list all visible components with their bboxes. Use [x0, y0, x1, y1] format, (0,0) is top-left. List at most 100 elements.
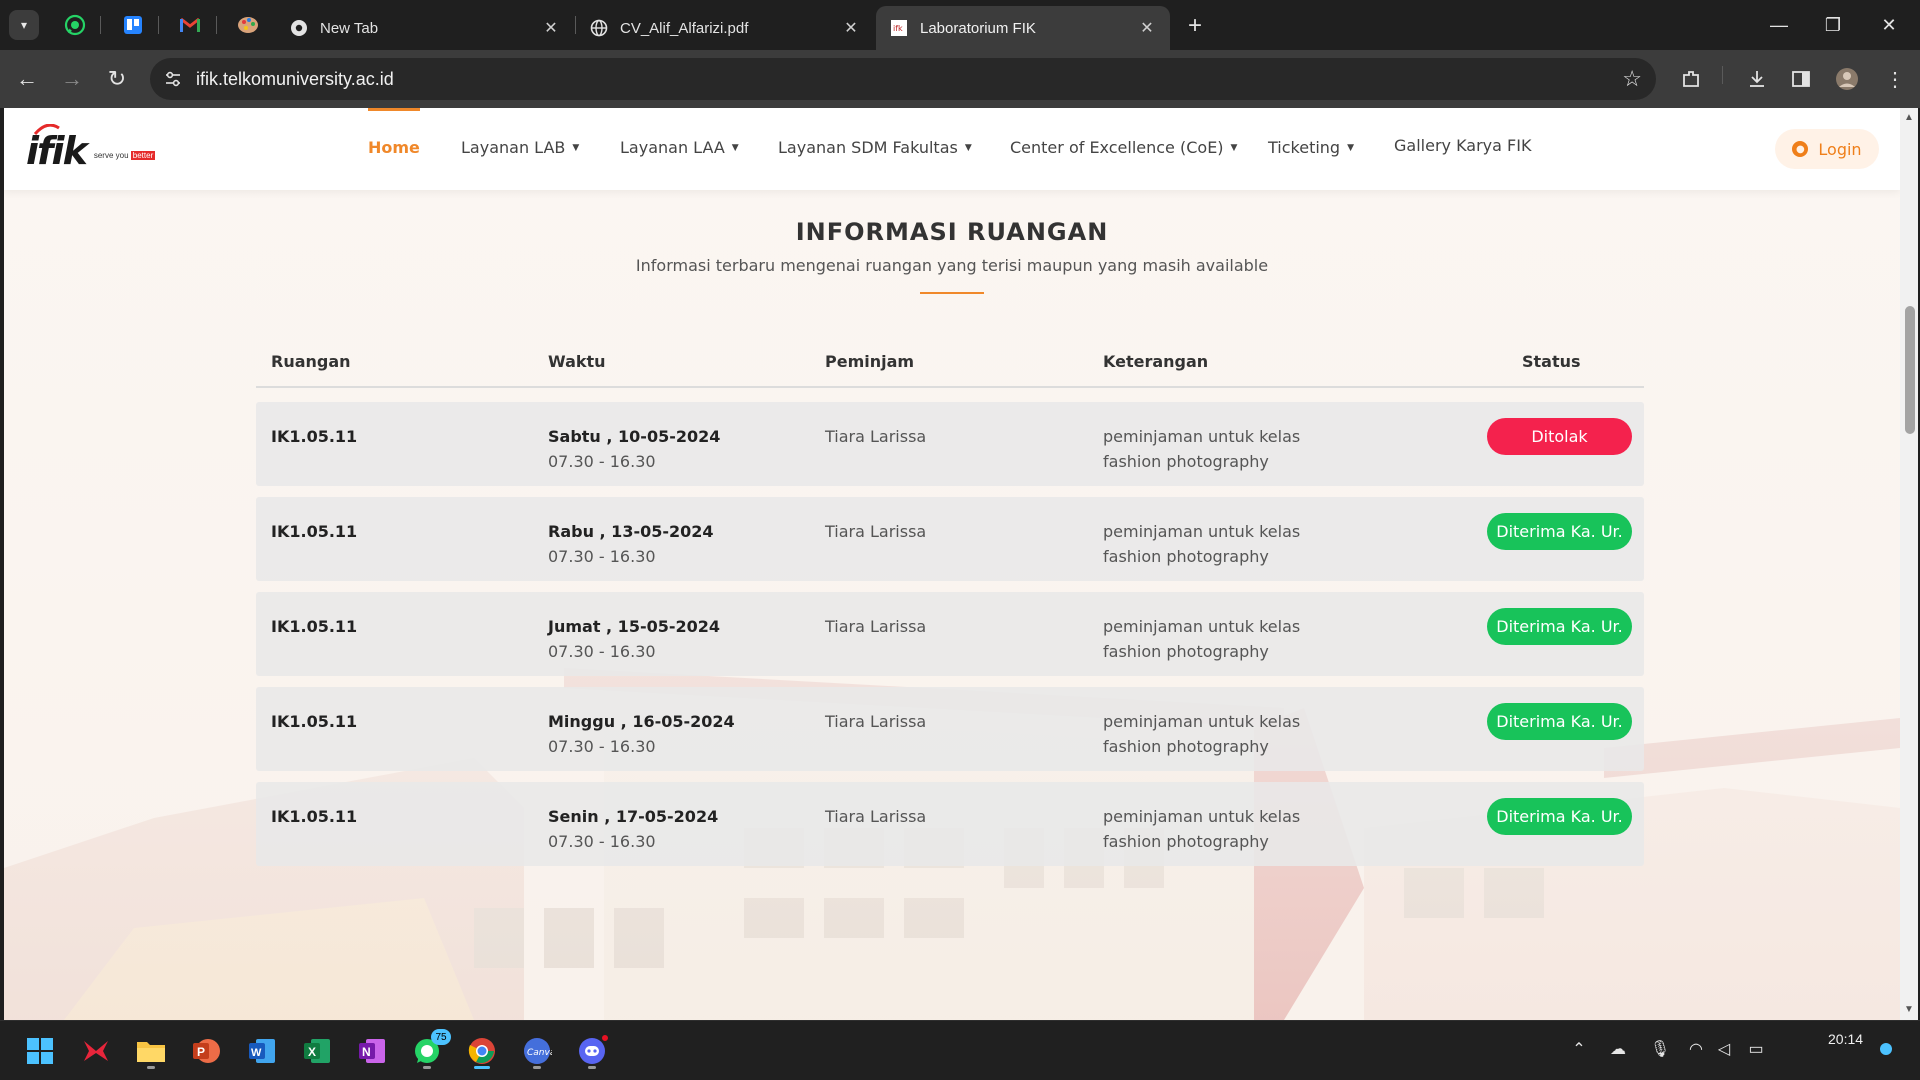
cell-room: IK1.05.11 — [271, 427, 358, 446]
address-bar[interactable]: ifik.telkomuniversity.ac.id ☆ — [150, 58, 1656, 100]
nav-gallery[interactable]: Gallery Karya FIK — [1394, 136, 1531, 155]
taskbar-app-powerpoint[interactable]: P — [186, 1031, 226, 1071]
caret-down-icon: ▼ — [964, 142, 972, 153]
close-icon[interactable]: ✕ — [542, 18, 560, 38]
taskbar-app-xmind[interactable] — [76, 1031, 116, 1071]
taskbar-app-file-explorer[interactable] — [131, 1031, 171, 1071]
taskbar-app-whatsapp[interactable]: 75 — [407, 1029, 451, 1071]
cell-note: peminjaman untuk kelas fashion photograp… — [1103, 522, 1301, 566]
table-row: IK1.05.11 Sabtu , 10-05-2024 07.30 - 16.3… — [256, 402, 1644, 486]
tab-new-tab[interactable]: New Tab ✕ — [276, 6, 574, 50]
pinned-tab-palette[interactable] — [233, 11, 263, 39]
taskbar-app-onenote[interactable]: N — [352, 1031, 392, 1071]
svg-text:Canva: Canva — [527, 1048, 552, 1058]
login-label: Login — [1818, 139, 1862, 159]
nav-layanan-lab[interactable]: Layanan LAB ▼ — [461, 138, 579, 157]
cell-note: peminjaman untuk kelas fashion photograp… — [1103, 807, 1301, 851]
svg-text:N: N — [362, 1045, 371, 1059]
cell-room: IK1.05.11 — [271, 807, 358, 826]
close-icon[interactable]: ✕ — [842, 18, 860, 38]
chevron-up-icon[interactable]: ⌃ — [1567, 1039, 1591, 1059]
notification-center-icon[interactable] — [1880, 1043, 1892, 1055]
login-button[interactable]: ● Login — [1775, 129, 1879, 169]
scroll-up-icon[interactable]: ▲ — [1903, 112, 1915, 124]
back-button[interactable]: ← — [12, 64, 42, 94]
browser-toolbar: ← → ↻ ifik.telkomuniversity.ac.id ☆ ⋮ — [0, 50, 1920, 108]
nav-label: Layanan LAB — [461, 138, 566, 157]
download-icon[interactable] — [1742, 64, 1772, 94]
canva-icon: Canva — [524, 1038, 552, 1064]
table-row: IK1.05.11 Rabu , 13-05-2024 07.30 - 16.30… — [256, 497, 1644, 581]
nav-ticketing[interactable]: Ticketing ▼ — [1268, 138, 1354, 157]
svg-text:ifk: ifk — [893, 24, 903, 33]
nav-coe[interactable]: Center of Excellence (CoE) ▼ — [1010, 138, 1237, 157]
forward-button[interactable]: → — [57, 64, 87, 94]
svg-text:W: W — [251, 1047, 262, 1059]
taskbar-app-chrome[interactable] — [462, 1031, 502, 1071]
onedrive-cloud-icon[interactable]: ☁ — [1606, 1039, 1630, 1059]
reload-button[interactable]: ↻ — [102, 64, 132, 94]
restore-button[interactable]: ❐ — [1810, 8, 1856, 42]
new-tab-button[interactable]: + — [1180, 11, 1210, 41]
url-text: ifik.telkomuniversity.ac.id — [196, 69, 394, 89]
more-menu-icon[interactable]: ⋮ — [1880, 64, 1910, 94]
trello-icon — [124, 16, 142, 34]
nav-home[interactable]: Home — [368, 138, 420, 157]
profile-avatar[interactable] — [1832, 64, 1862, 94]
extensions-icon[interactable] — [1676, 64, 1706, 94]
section-title: INFORMASI RUANGAN — [795, 218, 1109, 246]
windows-taskbar: P W X N 75 Canva ⌃ ☁ 🎙 ◠ ◁ ▭ 20:14 — [0, 1020, 1920, 1080]
scroll-down-icon[interactable]: ▼ — [1903, 1004, 1915, 1016]
taskbar-app-discord[interactable] — [572, 1031, 612, 1071]
wifi-icon[interactable]: ◠ — [1684, 1039, 1708, 1059]
nav-label: Gallery Karya FIK — [1394, 136, 1532, 155]
site-header: ifik serve you better Home Layanan LAB ▼ … — [4, 108, 1900, 190]
microphone-icon[interactable]: 🎙 — [1648, 1039, 1672, 1059]
tab-label: New Tab — [320, 19, 379, 37]
status-badge: Diterima Ka. Ur. — [1487, 703, 1632, 740]
taskbar-app-canva[interactable]: Canva — [517, 1031, 557, 1071]
side-panel-icon[interactable] — [1786, 64, 1816, 94]
pinned-tab-trello[interactable] — [118, 11, 148, 39]
running-indicator — [533, 1066, 541, 1069]
logo-tagline: serve you better — [94, 151, 156, 160]
cell-note: peminjaman untuk kelas fashion photograp… — [1103, 427, 1301, 471]
nav-layanan-sdm[interactable]: Layanan SDM Fakultas ▼ — [778, 138, 972, 157]
tab-cv-pdf[interactable]: CV_Alif_Alfarizi.pdf ✕ — [576, 6, 874, 50]
notification-dot — [600, 1033, 610, 1043]
scrollbar-thumb[interactable] — [1905, 306, 1915, 434]
volume-icon[interactable]: ◁ — [1712, 1039, 1736, 1059]
cell-borrower: Tiara Larissa — [825, 427, 927, 446]
pinned-tab-gmail[interactable] — [175, 11, 205, 39]
caret-down-icon: ▼ — [572, 142, 580, 153]
svg-text:X: X — [308, 1045, 316, 1059]
section-subtitle: Informasi terbaru mengenai ruangan yang … — [635, 256, 1269, 275]
site-info-icon[interactable] — [162, 68, 184, 90]
nav-label: Home — [368, 138, 420, 157]
ifik-logo[interactable]: ifik serve you better — [26, 124, 156, 170]
chevron-down-icon: ▾ — [20, 18, 28, 32]
tab-search-button[interactable]: ▾ — [9, 10, 39, 40]
page-scrollbar[interactable]: ▲ ▼ — [1900, 108, 1918, 1020]
minimize-button[interactable]: — — [1756, 8, 1802, 42]
word-icon: W — [249, 1039, 275, 1063]
taskbar-app-word[interactable]: W — [242, 1031, 282, 1071]
bookmark-star-icon[interactable]: ☆ — [1622, 66, 1642, 92]
cell-time: Rabu , 13-05-2024 07.30 - 16.30 — [548, 519, 714, 569]
nav-label: Center of Excellence (CoE) — [1010, 138, 1224, 157]
taskbar-app-excel[interactable]: X — [297, 1031, 337, 1071]
close-window-button[interactable]: ✕ — [1866, 8, 1912, 42]
start-button[interactable] — [20, 1031, 60, 1071]
battery-icon[interactable]: ▭ — [1744, 1039, 1768, 1059]
close-icon[interactable]: ✕ — [1138, 18, 1156, 38]
tab-separator — [216, 16, 217, 34]
pinned-tab-whatsapp[interactable] — [60, 11, 90, 39]
nav-layanan-laa[interactable]: Layanan LAA ▼ — [620, 138, 739, 157]
cell-day: Jumat , 15-05-2024 — [548, 617, 721, 636]
tab-laboratorium-fik[interactable]: ifk Laboratorium FIK ✕ — [876, 6, 1170, 50]
cell-time: Jumat , 15-05-2024 07.30 - 16.30 — [548, 614, 720, 664]
cell-borrower: Tiara Larissa — [825, 617, 927, 636]
cell-time: Senin , 17-05-2024 07.30 - 16.30 — [548, 804, 718, 854]
taskbar-clock[interactable]: 20:14 — [1828, 1031, 1863, 1047]
cell-day: Sabtu , 10-05-2024 — [548, 427, 721, 446]
